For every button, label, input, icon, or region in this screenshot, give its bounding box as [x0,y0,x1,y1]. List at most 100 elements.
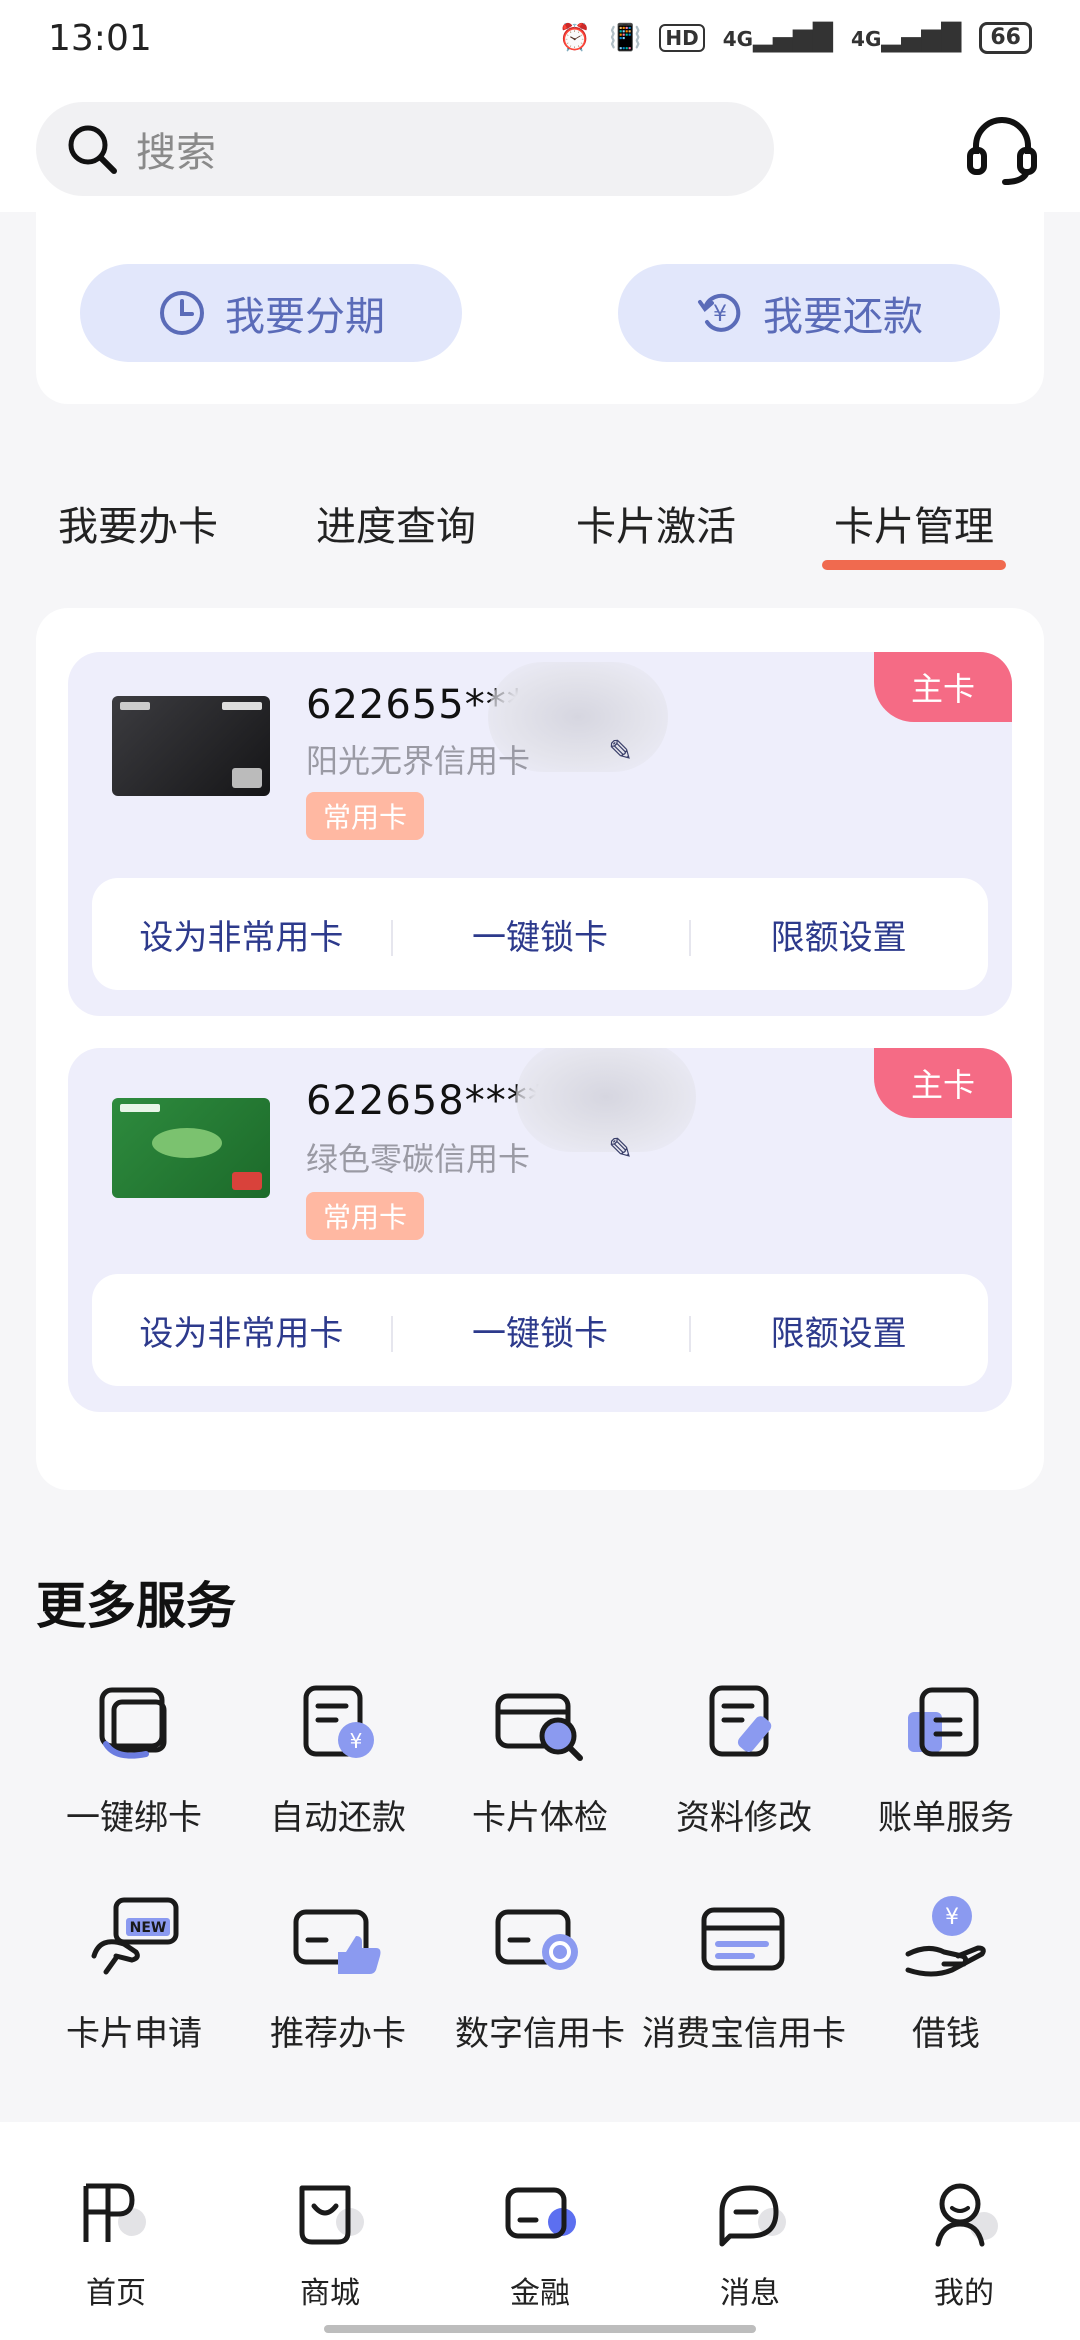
svg-text:¥: ¥ [350,1729,363,1753]
card-action-row: 设为非常用卡 一键锁卡 限额设置 [92,1274,988,1386]
service-label: 卡片申请 [66,2014,202,2054]
common-card-tag: 常用卡 [306,792,424,840]
service-recommend-card[interactable]: 推荐办卡 [230,1892,446,2055]
service-bind-card[interactable]: 一键绑卡 [26,1676,242,1839]
card-list-panel: 622655*** 阳光无界信用卡 ✎ 常用卡 主卡 设为非常用卡 一键锁卡 限… [36,608,1044,1490]
card-check-icon [495,1693,583,1761]
header: 搜索 [0,90,1080,212]
svg-text:¥: ¥ [945,1905,959,1930]
service-label: 消费宝信用卡 [642,2014,846,2054]
vibrate-icon: 📳 [609,23,642,53]
nav-label: 消息 [720,2276,780,2311]
lock-card-button[interactable]: 一键锁卡 [390,910,690,959]
search-input[interactable]: 搜索 [36,102,774,196]
service-label: 自动还款 [270,1798,406,1838]
hd-icon: HD [659,24,705,52]
tab-progress-query[interactable]: 进度查询 [316,494,476,552]
service-card-check[interactable]: 卡片体检 [432,1676,648,1839]
repay-icon: ¥ [698,293,741,332]
set-uncommon-button[interactable]: 设为非常用卡 [92,910,391,959]
card-action-row: 设为非常用卡 一键锁卡 限额设置 [92,878,988,990]
tab-active-indicator [822,560,1006,570]
customer-service-icon[interactable] [964,112,1040,188]
edit-icon[interactable]: ✎ [608,734,633,769]
signal-4g-icon: 4G▂▄▆█ [722,23,834,53]
nav-home[interactable]: 首页 [8,2176,224,2312]
net-label-1: 4G [722,27,754,51]
nav-label: 首页 [86,2276,146,2311]
edit-icon[interactable]: ✎ [608,1132,633,1167]
service-auto-repay[interactable]: ¥ 自动还款 [230,1676,446,1839]
message-icon [719,2185,786,2247]
nav-finance[interactable]: 金融 [432,2176,648,2312]
installment-label: 我要分期 [225,294,385,340]
bottom-nav: 首页 商城 金融 消息 我的 [0,2122,1080,2340]
digital-card-icon [495,1909,578,1970]
home-icon [83,2183,146,2242]
service-label: 推荐办卡 [270,2014,406,2054]
card-name: 绿色零碳信用卡 [306,1140,531,1178]
lock-card-button[interactable]: 一键锁卡 [390,1306,690,1355]
installment-button[interactable]: 我要分期 [80,264,462,362]
svg-text:¥: ¥ [713,302,727,327]
bill-icon [908,1687,979,1757]
service-label: 数字信用卡 [455,2014,625,2054]
main-card-badge: 主卡 [874,652,1012,722]
tab-card-management[interactable]: 卡片管理 [834,494,994,552]
nav-label: 我的 [934,2276,994,2311]
service-bill[interactable]: 账单服务 [838,1676,1054,1839]
masked-area [516,1048,696,1152]
service-label: 卡片体检 [472,1798,608,1838]
battery-icon: 66 [979,22,1032,54]
home-indicator [324,2325,756,2333]
auto-repay-icon: ¥ [303,1685,374,1758]
tab-apply-card[interactable]: 我要办卡 [58,494,218,552]
signal-4g-icon-2: 4G▂▄▆█ [851,23,962,53]
card-tabs: 我要办卡 进度查询 卡片激活 卡片管理 [0,470,1080,580]
repay-button[interactable]: ¥ 我要还款 [618,264,1000,362]
search-icon [68,125,117,174]
phone-bind-icon [99,1687,167,1759]
service-digital-card[interactable]: 数字信用卡 [432,1892,648,2055]
service-borrow-money[interactable]: ¥ 借钱 [838,1892,1054,2055]
edit-info-icon [709,1685,772,1757]
card-image-green [112,1098,270,1198]
credit-card-item[interactable]: 622658***** 绿色零碳信用卡 ✎ 常用卡 主卡 设为非常用卡 一键锁卡… [68,1048,1012,1412]
nav-shop[interactable]: 商城 [222,2176,438,2312]
service-label: 一键绑卡 [66,1798,202,1838]
net-label-2: 4G [851,27,882,51]
service-edit-info[interactable]: 资料修改 [636,1676,852,1839]
nav-message[interactable]: 消息 [642,2176,858,2312]
recommend-card-icon [293,1909,381,1974]
finance-icon [505,2187,576,2239]
alarm-icon: ⏰ [558,23,591,53]
quick-actions-card: 我要分期 ¥ 我要还款 [36,212,1044,404]
service-label: 资料修改 [676,1798,812,1838]
profile-icon [935,2183,998,2247]
common-card-tag: 常用卡 [306,1192,424,1240]
tab-card-activation[interactable]: 卡片激活 [576,494,736,552]
clock-icon [160,291,204,335]
limit-settings-button[interactable]: 限额设置 [689,910,988,959]
status-icons: ⏰ 📳 HD 4G▂▄▆█ 4G▂▄▆█ 66 [559,22,1032,54]
service-label: 借钱 [912,2014,980,2054]
credit-card-item[interactable]: 622655*** 阳光无界信用卡 ✎ 常用卡 主卡 设为非常用卡 一键锁卡 限… [68,652,1012,1016]
card-image-black [112,696,270,796]
limit-settings-button[interactable]: 限额设置 [689,1306,988,1355]
main-card-badge: 主卡 [874,1048,1012,1118]
consume-card-icon [701,1907,785,1971]
service-consume-card[interactable]: 消费宝信用卡 [636,1892,852,2055]
repay-label: 我要还款 [763,294,923,340]
nav-profile[interactable]: 我的 [856,2176,1072,2312]
search-placeholder: 搜索 [136,130,216,176]
nav-label: 金融 [510,2276,570,2311]
service-card-apply[interactable]: NEW 卡片申请 [26,1892,242,2055]
set-uncommon-button[interactable]: 设为非常用卡 [92,1306,391,1355]
borrow-money-icon: ¥ [905,1896,986,1977]
status-bar: 13:01 ⏰ 📳 HD 4G▂▄▆█ 4G▂▄▆█ 66 [0,0,1080,90]
card-name: 阳光无界信用卡 [306,742,531,780]
shop-icon [299,2185,364,2245]
svg-text:NEW: NEW [130,1920,167,1936]
status-time: 13:01 [48,18,152,59]
service-label: 账单服务 [878,1798,1014,1838]
